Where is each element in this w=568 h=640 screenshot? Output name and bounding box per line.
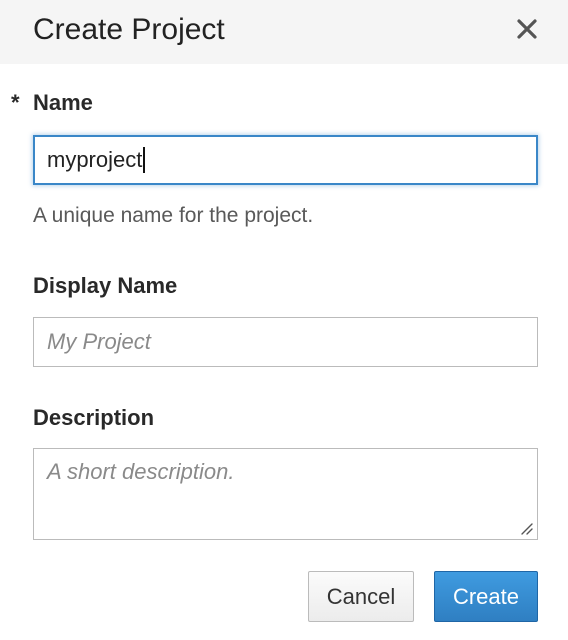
name-label: Name	[33, 90, 93, 115]
display-name-input[interactable]: My Project	[33, 317, 538, 367]
name-help-text: A unique name for the project.	[33, 204, 314, 227]
description-placeholder: A short description.	[47, 459, 235, 484]
name-input[interactable]: myproject	[33, 135, 538, 185]
dialog-title: Create Project	[33, 13, 225, 46]
close-button[interactable]	[512, 14, 542, 44]
required-marker: *	[11, 90, 20, 115]
display-name-label: Display Name	[33, 273, 178, 298]
dialog-header: Create Project	[0, 0, 568, 64]
close-icon	[517, 19, 537, 39]
resize-handle-icon[interactable]	[519, 521, 533, 535]
description-textarea[interactable]: A short description.	[33, 448, 538, 540]
description-label: Description	[33, 405, 155, 430]
create-button[interactable]: Create	[434, 571, 538, 622]
display-name-placeholder: My Project	[47, 329, 151, 354]
text-caret	[143, 147, 145, 173]
cancel-button[interactable]: Cancel	[308, 571, 414, 622]
create-project-dialog: Create Project * Name myproject A unique…	[0, 0, 568, 640]
name-input-value: myproject	[47, 147, 143, 172]
